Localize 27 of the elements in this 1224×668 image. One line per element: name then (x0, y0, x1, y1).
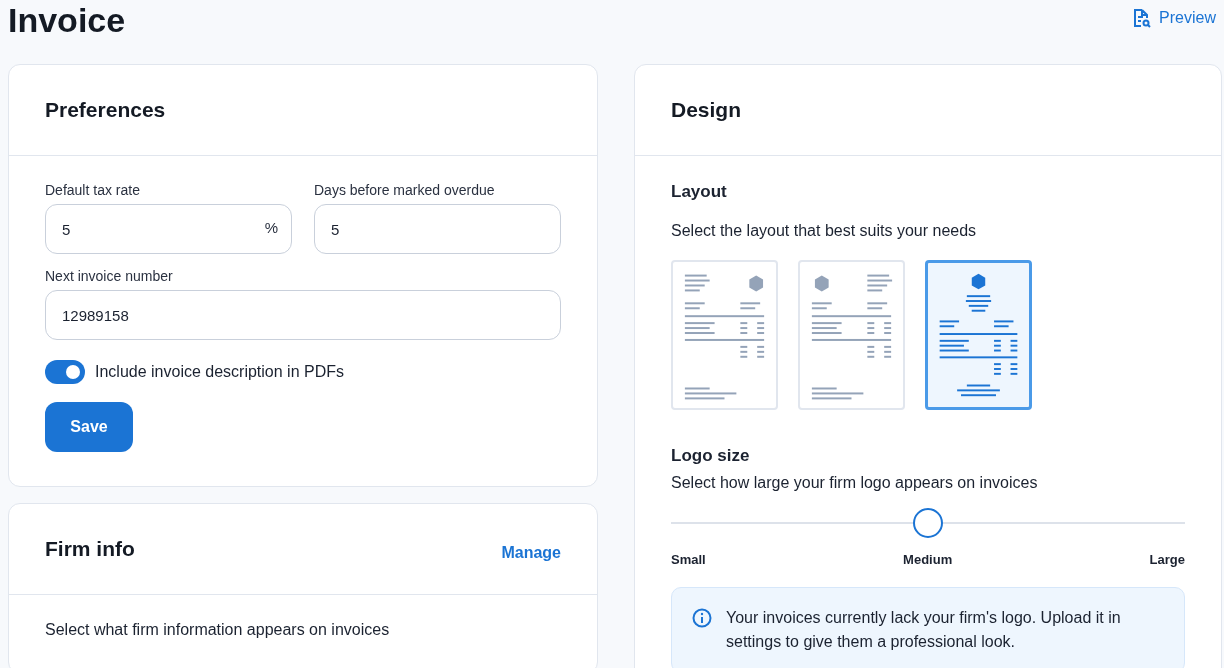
layout-description: Select the layout that best suits your needs (671, 222, 978, 240)
notice-text: Your invoices currently lack your firm's logo. Upload it in settings to give them a professional look. (726, 608, 1122, 652)
card-title: Firm info (45, 537, 135, 561)
field-label: Days before marked overdue (314, 182, 496, 198)
percent-suffix: % (264, 219, 278, 236)
card-title: Preferences (45, 98, 166, 122)
info-icon (692, 608, 712, 628)
toggle-switch[interactable] (45, 360, 85, 384)
section-title: Layout (671, 182, 728, 202)
field-label: Default tax rate (45, 182, 141, 198)
manage-link[interactable]: Manage (501, 544, 561, 562)
save-button[interactable]: Save (45, 402, 133, 452)
preview-link[interactable]: Preview (1131, 8, 1216, 28)
section-title: Logo size (671, 446, 751, 466)
page-title: Invoice (8, 0, 126, 40)
slider-label: Small (671, 552, 706, 567)
slider-thumb[interactable] (913, 508, 943, 538)
input-field[interactable]: 12989158 (45, 290, 561, 340)
document-search-icon (1131, 8, 1152, 28)
field-label: Next invoice number (45, 268, 174, 284)
slider-label: Large (1149, 552, 1185, 567)
toggle-label: Include invoice description in PDFs (95, 363, 344, 381)
firm-info-description: Select what firm information appears on invoices (45, 621, 391, 639)
slider-label: Medium (903, 552, 953, 567)
card-title: Design (671, 98, 741, 122)
logo-size-description: Select how large your firm logo appears on invoices (671, 474, 1039, 492)
input-field[interactable]: 5 (314, 204, 561, 254)
